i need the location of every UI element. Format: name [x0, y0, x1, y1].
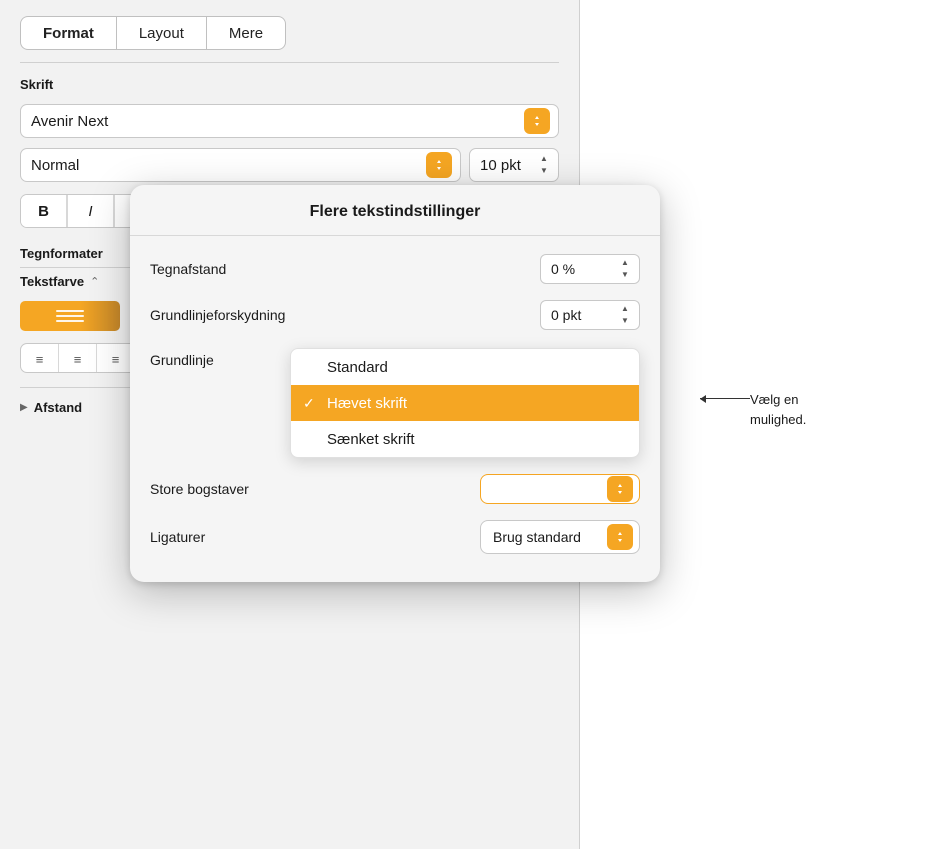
grundlinjeforskydning-up[interactable]: ▲ [617, 303, 633, 315]
grundlinjeforskydning-down[interactable]: ▼ [617, 315, 633, 327]
font-style-text: Normal [31, 157, 79, 174]
font-section-label: Skrift [0, 63, 579, 100]
dropdown-item-saenket[interactable]: Sænket skrift [291, 421, 639, 457]
dropdown-item-haevet[interactable]: ✓ Hævet skrift [291, 385, 639, 421]
popup-grundlinje-row: Grundlinje Standard ✓ Hævet skrift Sænke… [130, 338, 660, 376]
tegnafstand-up[interactable]: ▲ [617, 257, 633, 269]
alignment-icon [56, 310, 84, 322]
popup-tegnafstand-field[interactable]: 0 % ▲ ▼ [540, 254, 640, 284]
dropdown-item-standard[interactable]: Standard [291, 349, 639, 385]
font-name-text: Avenir Next [31, 113, 108, 130]
color-swatch[interactable] [20, 301, 120, 331]
popup-overlay: Flere tekstindstillinger Tegnafstand 0 %… [130, 185, 660, 582]
ligaturer-spinner[interactable] [607, 524, 633, 550]
tab-bar: Format Layout Mere [0, 0, 579, 62]
font-name-spinner[interactable] [524, 108, 550, 134]
afstand-chevron-icon: ▶ [20, 402, 28, 413]
popup-grundlinje-label: Grundlinje [150, 352, 290, 368]
callout: Vælg en mulighed. [700, 390, 806, 429]
popup-grundlinjeforskydning-label: Grundlinjeforskydning [150, 307, 285, 323]
popup-ligaturer-value: Brug standard [493, 529, 581, 545]
grundlinje-dropdown-menu[interactable]: Standard ✓ Hævet skrift Sænket skrift [290, 348, 640, 458]
font-style-field[interactable]: Normal [20, 148, 461, 182]
tegnafstand-down[interactable]: ▼ [617, 269, 633, 281]
italic-button[interactable]: I [68, 194, 114, 228]
store-bogstaver-spinner[interactable] [607, 476, 633, 502]
align-left-button[interactable]: ≡ [21, 344, 59, 373]
popup-tegnafstand-row: Tegnafstand 0 % ▲ ▼ [130, 246, 660, 292]
tegnafstand-stepper[interactable]: ▲ ▼ [617, 257, 633, 281]
afstand-label: Afstand [34, 400, 82, 415]
popup-store-row: Store bogstaver [130, 466, 660, 512]
dropdown-label-haevet: Hævet skrift [327, 395, 627, 412]
bold-button[interactable]: B [21, 194, 67, 228]
callout-line [700, 398, 750, 399]
font-size-up[interactable]: ▲ [536, 153, 552, 165]
popup-grundlinjeforskydning-row: Grundlinjeforskydning 0 pkt ▲ ▼ [130, 292, 660, 338]
font-name-field[interactable]: Avenir Next [20, 104, 559, 138]
check-haevet: ✓ [303, 395, 319, 412]
tab-layout[interactable]: Layout [116, 16, 206, 50]
grundlinjeforskydning-stepper[interactable]: ▲ ▼ [617, 303, 633, 327]
font-style-spinner[interactable] [426, 152, 452, 178]
popup-store-bogstaver-label: Store bogstaver [150, 481, 249, 497]
font-name-row: Avenir Next [0, 100, 579, 142]
popup-grundlinjeforskydning-field[interactable]: 0 pkt ▲ ▼ [540, 300, 640, 330]
popup-title: Flere tekstindstillinger [130, 185, 660, 235]
style-size-row: Normal 10 pkt ▲ ▼ [0, 142, 579, 188]
tekstfarve-chevron-icon: ⌃ [90, 275, 99, 288]
font-size-down[interactable]: ▼ [536, 165, 552, 177]
font-size-stepper[interactable]: ▲ ▼ [536, 153, 552, 177]
align-center-button[interactable]: ≡ [59, 344, 97, 373]
dropdown-label-standard: Standard [327, 359, 627, 376]
popup-ligaturer-row: Ligaturer Brug standard [130, 512, 660, 562]
popup-store-bogstaver-field[interactable] [480, 474, 640, 504]
popup-divider-top [130, 235, 660, 236]
tab-mere[interactable]: Mere [206, 16, 286, 50]
font-size-text: 10 pkt [480, 157, 521, 174]
popup-tegnafstand-label: Tegnafstand [150, 261, 226, 277]
tab-format[interactable]: Format [20, 16, 116, 50]
font-size-field[interactable]: 10 pkt ▲ ▼ [469, 148, 559, 182]
popup-ligaturer-label: Ligaturer [150, 529, 205, 545]
popup-tegnafstand-value: 0 % [551, 261, 575, 277]
popup-ligaturer-field[interactable]: Brug standard [480, 520, 640, 554]
callout-text: Vælg en mulighed. [750, 390, 806, 429]
popup-grundlinjeforskydning-value: 0 pkt [551, 307, 581, 323]
tekstfarve-label: Tekstfarve [20, 274, 84, 289]
dropdown-label-saenket: Sænket skrift [327, 431, 627, 448]
